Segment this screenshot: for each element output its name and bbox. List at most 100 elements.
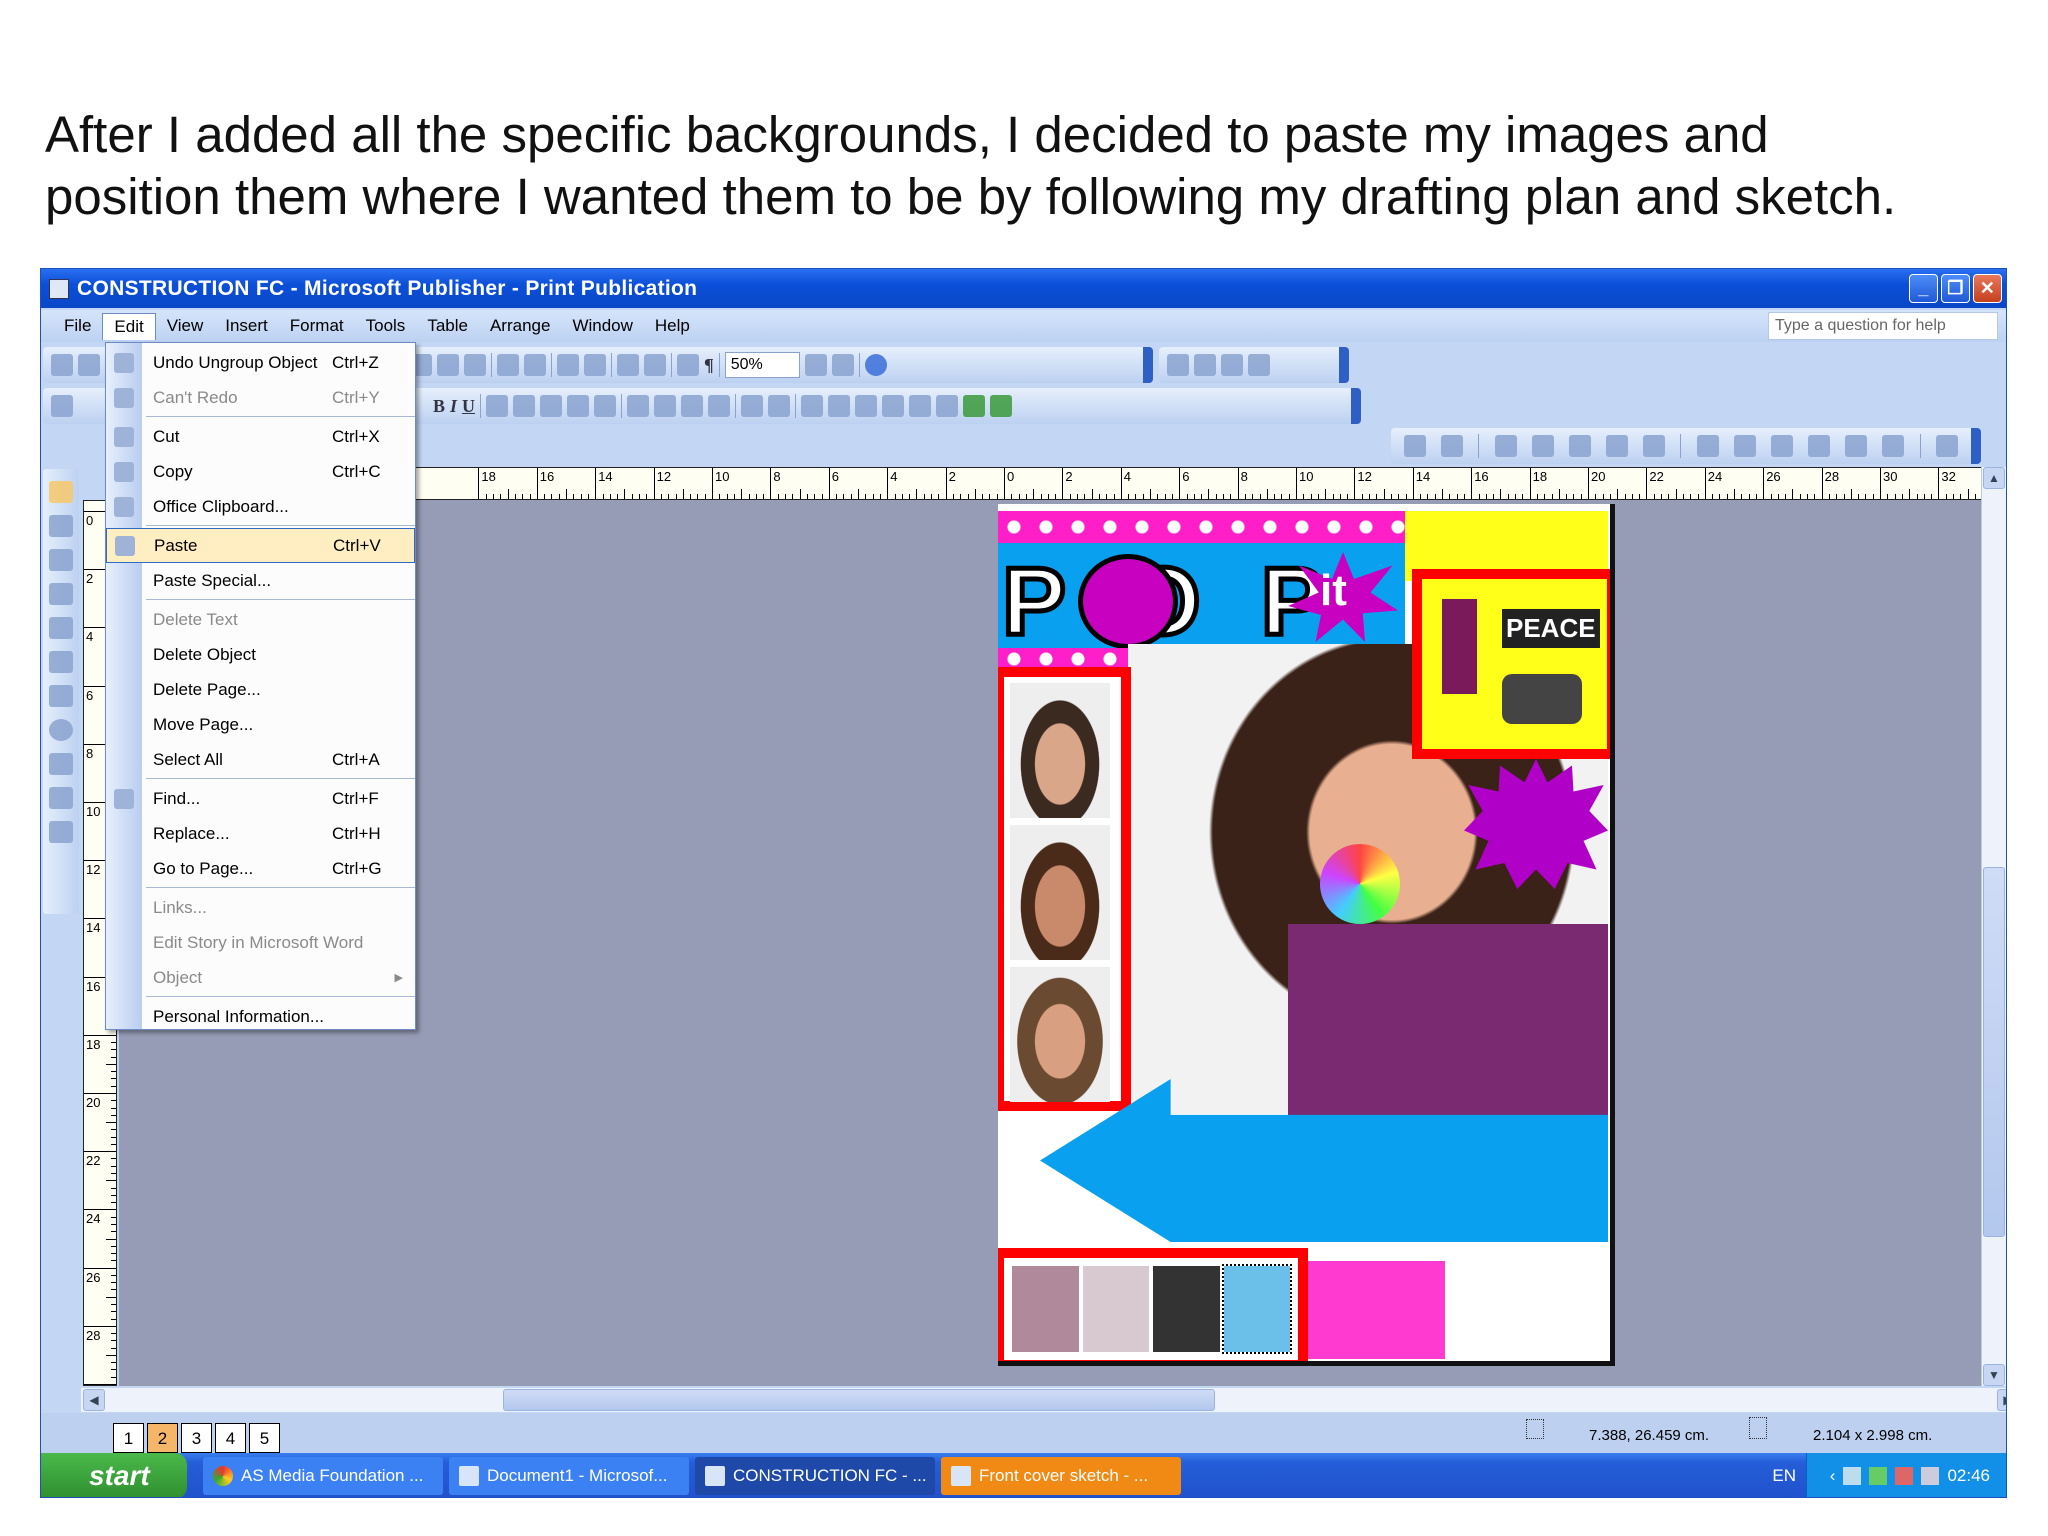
increase-indent-icon[interactable] (708, 395, 731, 417)
line-spacing-icon[interactable] (594, 395, 617, 417)
link-text-icon[interactable] (1167, 354, 1189, 376)
menu-item-go-to-page[interactable]: Go to Page... Ctrl+G (106, 851, 415, 886)
menu-insert[interactable]: Insert (214, 313, 279, 339)
minimize-button[interactable]: _ (1909, 274, 1938, 303)
oval-icon[interactable] (49, 719, 73, 741)
format-painter-icon[interactable] (464, 354, 486, 376)
menu-item-replace[interactable]: Replace... Ctrl+H (106, 816, 415, 851)
decrease-font-icon[interactable] (741, 395, 764, 417)
arrange-icon[interactable] (557, 354, 579, 376)
page-tab-3[interactable]: 3 (181, 1423, 212, 1453)
menu-tools[interactable]: Tools (355, 313, 417, 339)
bullets-icon[interactable] (654, 395, 677, 417)
menu-item-personal-information[interactable]: Personal Information... (106, 999, 415, 1034)
print-preview-icon[interactable] (644, 354, 666, 376)
horizontal-scroll-thumb[interactable] (503, 1389, 1215, 1411)
scroll-left-button[interactable]: ◀ (83, 1389, 105, 1411)
menu-arrange[interactable]: Arrange (479, 313, 561, 339)
menu-item-office-clipboard[interactable]: Office Clipboard... (106, 489, 415, 524)
line-icon[interactable] (49, 651, 73, 673)
autoshapes-icon[interactable] (49, 787, 73, 809)
page-tab-1[interactable]: 1 (113, 1423, 144, 1453)
font-color-icon[interactable] (855, 395, 878, 417)
compress-icon[interactable] (1770, 435, 1793, 457)
rotate-icon[interactable] (584, 354, 606, 376)
open-icon[interactable] (78, 354, 100, 376)
page-tab-5[interactable]: 5 (249, 1423, 280, 1453)
new-icon[interactable] (51, 354, 73, 376)
redo-icon[interactable] (524, 354, 546, 376)
text-wrap-icon[interactable] (1808, 435, 1831, 457)
vertical-scrollbar[interactable]: ▲ ▼ (1981, 467, 2006, 1386)
display-icon[interactable] (1921, 1467, 1940, 1485)
front-cover-page[interactable]: POP it PEACE (998, 504, 1615, 1366)
menu-format[interactable]: Format (279, 313, 355, 339)
accessories-photo-frame[interactable]: PEACE (1412, 569, 1610, 759)
next-frame-icon[interactable] (1248, 354, 1270, 376)
thumbnail-photo-1[interactable] (1012, 1266, 1079, 1352)
menu-item-delete-object[interactable]: Delete Object (106, 637, 415, 672)
less-contrast-icon[interactable] (1531, 435, 1554, 457)
menu-item-links[interactable]: Links... (106, 890, 415, 925)
insert-picture-icon[interactable] (1404, 435, 1427, 457)
scroll-right-button[interactable]: ▶ (1997, 1389, 2006, 1411)
menu-window[interactable]: Window (561, 313, 643, 339)
arrow-style-icon[interactable] (936, 395, 959, 417)
menu-item-edit-story-in-microsoft-word[interactable]: Edit Story in Microsoft Word (106, 925, 415, 960)
table-icon[interactable] (49, 549, 73, 571)
menu-help[interactable]: Help (644, 313, 701, 339)
pink-dotted-strip-top[interactable] (998, 511, 1405, 543)
horizontal-scrollbar[interactable]: ◀ ▶ (81, 1388, 2006, 1412)
page-tab-4[interactable]: 4 (215, 1423, 246, 1453)
menu-item-paste[interactable]: Paste Ctrl+V (106, 528, 415, 563)
columns-icon[interactable] (677, 354, 699, 376)
face-photo-2[interactable] (1010, 825, 1110, 960)
start-button[interactable]: start (41, 1453, 187, 1497)
scroll-down-button[interactable]: ▼ (1983, 1364, 2005, 1386)
menu-item-delete-page[interactable]: Delete Page... (106, 672, 415, 707)
dash-style-icon[interactable] (909, 395, 932, 417)
restore-button[interactable]: ❐ (1941, 274, 1970, 303)
reset-picture-icon[interactable] (1935, 435, 1958, 457)
help-icon[interactable] (864, 354, 887, 376)
menu-item-object[interactable]: Object ▶ (106, 960, 415, 995)
format-picture-icon[interactable] (1845, 435, 1868, 457)
paste-icon[interactable] (437, 354, 459, 376)
line-style-icon[interactable] (882, 395, 905, 417)
thumbnail-photo-3[interactable] (1153, 1266, 1220, 1352)
network-icon[interactable] (1843, 1467, 1862, 1485)
line-style-icon[interactable] (1733, 435, 1756, 457)
zoom-in-icon[interactable] (831, 354, 854, 376)
help-search-input[interactable]: Type a question for help (1768, 312, 1998, 340)
face-photo-1[interactable] (1010, 683, 1110, 818)
close-button[interactable]: ✕ (1973, 274, 2002, 303)
thumbnail-photo-2[interactable] (1082, 1266, 1149, 1352)
italic-button[interactable]: I (450, 396, 457, 417)
align-left-icon[interactable] (486, 395, 509, 417)
masthead-it[interactable]: it (1320, 566, 1347, 616)
line-color-icon[interactable] (828, 395, 851, 417)
security-icon[interactable] (1895, 1467, 1914, 1485)
task-front-cover-sketch[interactable]: Front cover sketch - ... (941, 1457, 1181, 1495)
arrow-icon[interactable] (49, 685, 73, 707)
task-chrome[interactable]: AS Media Foundation ... (203, 1457, 443, 1495)
menu-view[interactable]: View (156, 313, 215, 339)
menu-item-copy[interactable]: Copy Ctrl+C (106, 454, 415, 489)
crop-icon[interactable] (1696, 435, 1719, 457)
tray-expand-icon[interactable]: ‹ (1830, 1466, 1836, 1486)
color-icon[interactable] (1441, 435, 1464, 457)
decrease-indent-icon[interactable] (681, 395, 704, 417)
shadow-icon[interactable] (963, 395, 986, 417)
numbering-icon[interactable] (627, 395, 650, 417)
pilcrow-icon[interactable]: ¶ (704, 355, 714, 376)
zoom-select[interactable]: 50% (724, 352, 800, 378)
align-right-icon[interactable] (540, 395, 563, 417)
menu-item-select-all[interactable]: Select All Ctrl+A (106, 742, 415, 777)
menu-item-undo-ungroup-object[interactable]: Undo Ungroup Object Ctrl+Z (106, 345, 415, 380)
task-word[interactable]: Document1 - Microsof... (449, 1457, 689, 1495)
menu-item-paste-special[interactable]: Paste Special... (106, 563, 415, 598)
zoom-out-icon[interactable] (804, 354, 827, 376)
set-transparent-icon[interactable] (1882, 435, 1905, 457)
menu-item-cut[interactable]: Cut Ctrl+X (106, 419, 415, 454)
menu-item-find[interactable]: Find... Ctrl+F (106, 781, 415, 816)
